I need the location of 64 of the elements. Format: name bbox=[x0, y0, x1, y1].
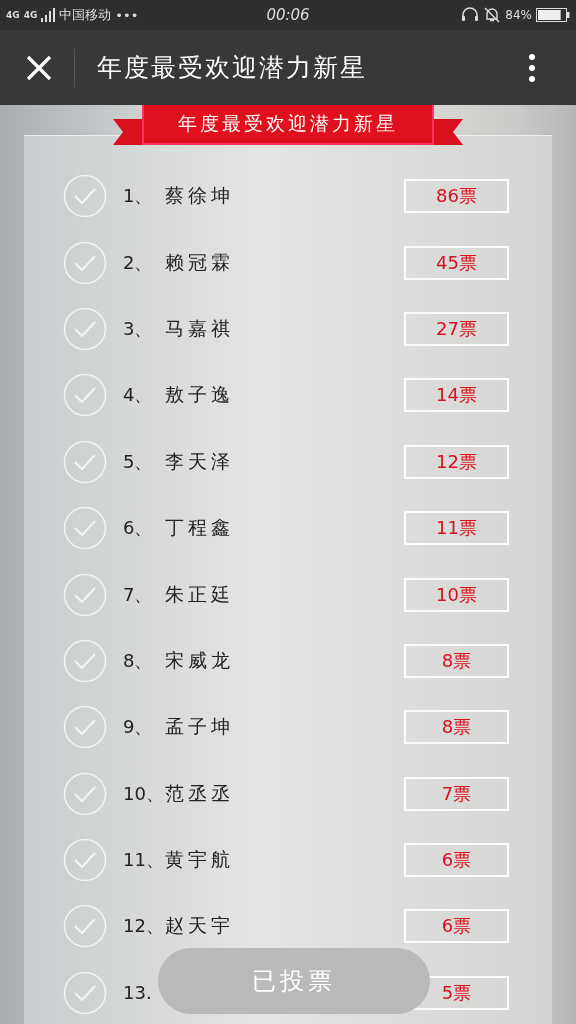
candidate-name: 朱正廷 bbox=[165, 581, 234, 607]
vote-count: 45票 bbox=[404, 245, 509, 280]
candidate-name: 敖子逸 bbox=[165, 382, 234, 408]
vote-count: 7票 bbox=[404, 776, 509, 811]
rank-number: 8、 bbox=[123, 648, 154, 673]
candidate-name: 丁程鑫 bbox=[165, 515, 234, 541]
candidate-name: 李天泽 bbox=[165, 448, 234, 474]
muted-bell-icon bbox=[483, 7, 502, 23]
rank-number: 9、 bbox=[123, 715, 154, 740]
rank-number: 12、 bbox=[123, 914, 165, 939]
check-circle[interactable] bbox=[63, 638, 107, 683]
vote-count: 6票 bbox=[404, 909, 509, 944]
vote-count: 6票 bbox=[404, 843, 509, 878]
network-label: 4G bbox=[6, 10, 20, 20]
check-circle[interactable] bbox=[63, 838, 107, 883]
vote-count: 27票 bbox=[404, 311, 509, 346]
check-circle[interactable] bbox=[63, 771, 107, 816]
rank-number: 7、 bbox=[123, 582, 154, 607]
rank-number: 2、 bbox=[123, 250, 154, 275]
candidate-name: 赵天宇 bbox=[165, 913, 234, 939]
headset-icon bbox=[461, 7, 480, 23]
check-circle[interactable] bbox=[63, 506, 107, 551]
check-circle[interactable] bbox=[63, 970, 107, 1015]
check-circle[interactable] bbox=[63, 240, 107, 285]
rank-number: 4、 bbox=[123, 383, 154, 408]
check-circle[interactable] bbox=[63, 705, 107, 750]
rank-number: 13. bbox=[123, 982, 153, 1004]
banner-title: 年度最受欢迎潜力新星 bbox=[142, 105, 434, 145]
vote-count: 14票 bbox=[404, 378, 509, 413]
check-circle[interactable] bbox=[63, 439, 107, 484]
vote-count: 86票 bbox=[404, 179, 509, 214]
signal-icon bbox=[41, 8, 56, 22]
vote-count: 10票 bbox=[404, 577, 509, 612]
check-circle[interactable] bbox=[63, 174, 107, 219]
candidate-name: 宋威龙 bbox=[165, 647, 234, 673]
battery-percent: 84% bbox=[505, 8, 532, 22]
vote-count: 11票 bbox=[404, 511, 509, 546]
rank-number: 10、 bbox=[123, 781, 165, 806]
vote-count: 8票 bbox=[404, 643, 509, 678]
more-dots: ••• bbox=[115, 7, 139, 23]
rank-number: 11、 bbox=[123, 848, 165, 873]
check-circle[interactable] bbox=[63, 904, 107, 949]
page-title: 年度最受欢迎潜力新星 bbox=[97, 52, 368, 84]
candidate-name: 马嘉祺 bbox=[165, 315, 234, 341]
candidate-name: 赖冠霖 bbox=[165, 249, 234, 275]
rank-number: 6、 bbox=[123, 516, 154, 541]
candidate-name: 范丞丞 bbox=[165, 780, 234, 806]
clock-time: 00:06 bbox=[266, 6, 310, 24]
more-icon bbox=[528, 52, 536, 83]
rank-number: 1、 bbox=[123, 184, 154, 209]
check-circle[interactable] bbox=[63, 572, 107, 617]
vote-count: 8票 bbox=[404, 710, 509, 745]
vote-count: 12票 bbox=[404, 444, 509, 479]
close-icon bbox=[26, 54, 52, 81]
candidate-name: 孟子坤 bbox=[165, 714, 234, 740]
candidate-name: 蔡徐坤 bbox=[165, 183, 234, 209]
battery-icon bbox=[536, 7, 570, 23]
rank-number: 3、 bbox=[123, 316, 154, 341]
check-circle[interactable] bbox=[63, 306, 107, 351]
candidate-name: 黄宇航 bbox=[165, 847, 234, 873]
network-label: 4G bbox=[23, 10, 38, 20]
check-circle[interactable] bbox=[63, 373, 107, 418]
rank-number: 5、 bbox=[123, 449, 154, 474]
carrier-name: 中国移动 bbox=[59, 6, 112, 24]
